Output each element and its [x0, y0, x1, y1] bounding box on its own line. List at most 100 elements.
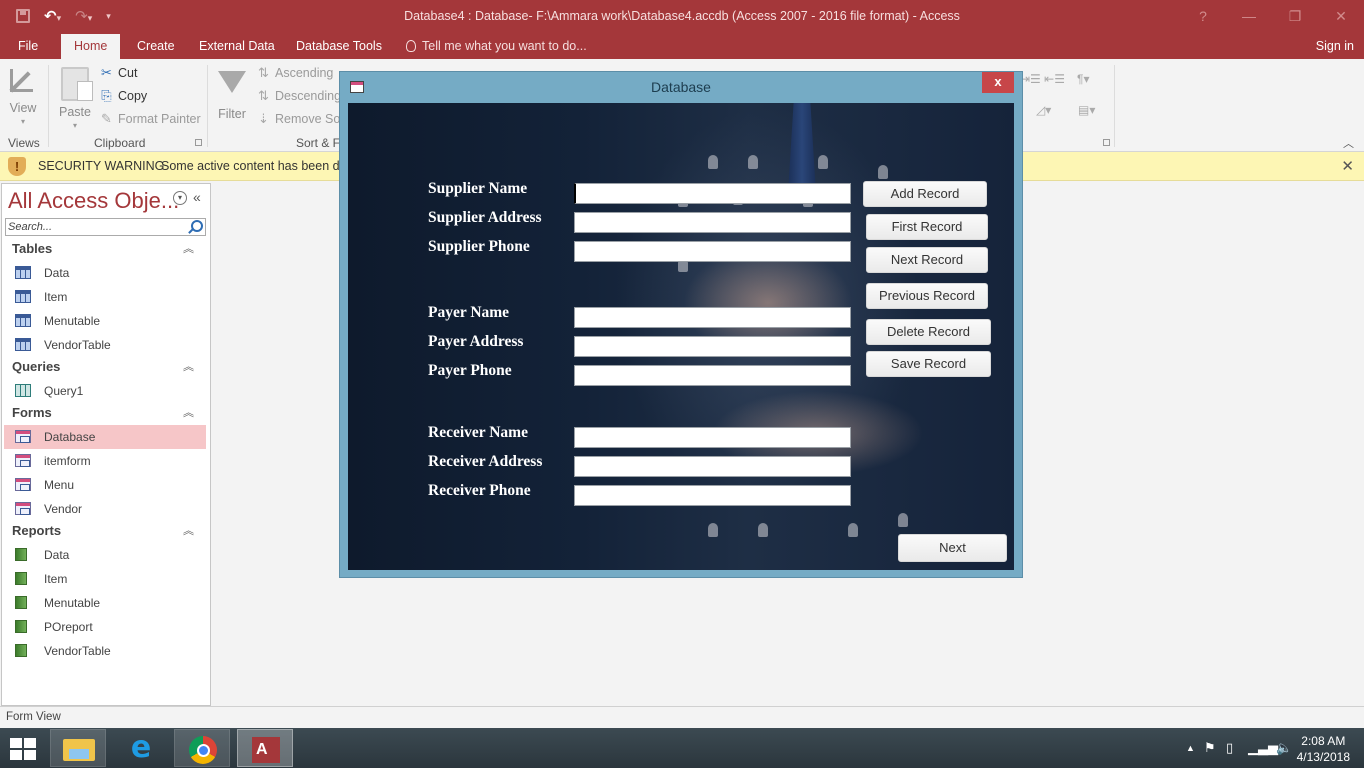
nav-item-table-data[interactable]: Data: [4, 261, 206, 285]
text-direction-icon[interactable]: ¶▾: [1077, 72, 1089, 86]
alternate-row-color-icon[interactable]: ▤▾: [1078, 103, 1095, 117]
nav-group-queries[interactable]: Queries ︽: [2, 357, 210, 379]
taskbar-chrome[interactable]: [174, 729, 230, 767]
nav-pane-title[interactable]: All Access Obje...: [8, 188, 179, 214]
collapse-group-icon[interactable]: ︽: [183, 239, 194, 259]
form-body: Add Record First Record Next Record Prev…: [348, 103, 1014, 570]
report-icon: [15, 596, 27, 609]
payer-phone-input[interactable]: [574, 365, 851, 386]
gridlines-icon[interactable]: ◿▾: [1036, 103, 1051, 117]
collapse-ribbon-icon[interactable]: ︿: [1343, 135, 1354, 151]
taskbar-access[interactable]: A: [237, 729, 293, 767]
help-button[interactable]: ?: [1180, 0, 1226, 34]
nav-item-form-database[interactable]: Database: [4, 425, 206, 449]
windows-start-icon[interactable]: [10, 738, 36, 760]
filter-button[interactable]: Filter: [216, 65, 248, 121]
nav-group-reports[interactable]: Reports ︽: [2, 521, 210, 543]
tab-create[interactable]: Create: [127, 34, 185, 59]
collapse-group-icon[interactable]: ︽: [183, 403, 194, 423]
receiver-name-input[interactable]: [574, 427, 851, 448]
supplier-name-label: Supplier Name: [428, 180, 528, 197]
nav-search-input[interactable]: [6, 219, 186, 235]
format-painter-button[interactable]: ✎ Format Painter: [99, 111, 201, 127]
sign-in-link[interactable]: Sign in: [1316, 34, 1354, 59]
indent-icon[interactable]: ⇥☰ ⇤☰: [1020, 72, 1065, 86]
copy-button[interactable]: ⎘ Copy: [99, 88, 147, 104]
previous-record-button[interactable]: Previous Record: [866, 283, 988, 309]
tab-home[interactable]: Home: [61, 34, 121, 59]
close-window-button[interactable]: ✕: [1318, 0, 1364, 34]
action-center-flag-icon[interactable]: ⚑: [1204, 740, 1216, 756]
clock-date: 4/13/2018: [1296, 750, 1350, 764]
volume-icon[interactable]: 🔈: [1276, 740, 1292, 756]
nav-item-report-menutable[interactable]: Menutable: [4, 591, 206, 615]
close-icon[interactable]: ✕: [1341, 157, 1354, 175]
scissors-icon: ✂: [101, 65, 112, 80]
nav-item-form-itemform[interactable]: itemform: [4, 449, 206, 473]
nav-item-table-menutable[interactable]: Menutable: [4, 309, 206, 333]
descending-button[interactable]: ⇅ Descending: [256, 88, 341, 104]
form-window-title: Database: [651, 79, 711, 95]
nav-item-label: itemform: [44, 454, 91, 468]
group-label-sort-filter: Sort & F: [296, 136, 341, 150]
taskbar-file-explorer[interactable]: [50, 729, 106, 767]
tab-database-tools[interactable]: Database Tools: [286, 34, 392, 59]
view-button[interactable]: View ▾: [8, 65, 38, 126]
battery-icon[interactable]: ▯: [1226, 740, 1233, 756]
text-formatting-dialog-launcher-icon[interactable]: [1103, 139, 1110, 146]
tab-external-data[interactable]: External Data: [189, 34, 285, 59]
nav-menu-dropdown-icon[interactable]: ▾: [173, 191, 187, 205]
nav-item-label: Database: [44, 430, 96, 444]
next-record-button[interactable]: Next Record: [866, 247, 988, 273]
nav-item-form-menu[interactable]: Menu: [4, 473, 206, 497]
view-design-icon: [8, 65, 40, 97]
remove-sort-button[interactable]: ⇣ Remove Sort: [256, 111, 348, 127]
nav-item-report-item[interactable]: Item: [4, 567, 206, 591]
nav-item-label: Item: [44, 290, 68, 304]
supplier-phone-input[interactable]: [574, 241, 851, 262]
ascending-label: Ascending: [275, 66, 334, 80]
clipboard-dialog-launcher-icon[interactable]: [195, 139, 202, 146]
clock[interactable]: 2:08 AM 4/13/2018: [1297, 733, 1350, 765]
supplier-name-input[interactable]: [574, 183, 851, 204]
form-icon: [15, 430, 31, 443]
first-record-button[interactable]: First Record: [866, 214, 988, 240]
nav-item-query-query1[interactable]: Query1: [4, 379, 206, 403]
group-label-views: Views: [8, 136, 40, 150]
nav-item-label: VendorTable: [44, 338, 111, 352]
collapse-group-icon[interactable]: ︽: [183, 357, 194, 377]
paste-button[interactable]: Paste ▾: [58, 67, 93, 130]
taskbar-internet-explorer[interactable]: e: [113, 729, 169, 767]
receiver-address-input[interactable]: [574, 456, 851, 477]
nav-item-report-vendortable[interactable]: VendorTable: [4, 639, 206, 663]
delete-record-button[interactable]: Delete Record: [866, 319, 991, 345]
window-title: Database4 : Database- F:\Ammara work\Dat…: [404, 9, 960, 23]
nav-group-forms[interactable]: Forms ︽: [2, 403, 210, 425]
nav-item-report-poreport[interactable]: POreport: [4, 615, 206, 639]
supplier-address-input[interactable]: [574, 212, 851, 233]
tell-me-box[interactable]: Tell me what you want to do...: [396, 34, 597, 59]
network-signal-icon[interactable]: ▁▃▅: [1248, 740, 1278, 756]
shutter-bar-collapse-icon[interactable]: «: [193, 189, 201, 205]
minimize-button[interactable]: —: [1226, 0, 1272, 34]
payer-name-input[interactable]: [574, 307, 851, 328]
nav-item-table-item[interactable]: Item: [4, 285, 206, 309]
payer-address-input[interactable]: [574, 336, 851, 357]
search-icon[interactable]: [191, 220, 203, 232]
save-record-button[interactable]: Save Record: [866, 351, 991, 377]
next-button[interactable]: Next: [898, 534, 1007, 562]
close-form-button[interactable]: x: [982, 72, 1014, 93]
restore-button[interactable]: ❐: [1272, 0, 1318, 34]
collapse-group-icon[interactable]: ︽: [183, 521, 194, 541]
nav-item-report-data[interactable]: Data: [4, 543, 206, 567]
nav-group-tables[interactable]: Tables ︽: [2, 239, 210, 261]
nav-item-form-vendor[interactable]: Vendor: [4, 497, 206, 521]
nav-item-table-vendortable[interactable]: VendorTable: [4, 333, 206, 357]
receiver-phone-input[interactable]: [574, 485, 851, 506]
show-hidden-icons-icon[interactable]: ▲: [1186, 743, 1195, 753]
add-record-button[interactable]: Add Record: [863, 181, 987, 207]
title-bar: ↶▾ ↷▾ ▾ Database4 : Database- F:\Ammara …: [0, 0, 1364, 34]
ascending-button[interactable]: ⇅ Ascending: [256, 65, 333, 81]
cut-button[interactable]: ✂ Cut: [99, 65, 137, 81]
tab-file[interactable]: File: [8, 34, 48, 59]
